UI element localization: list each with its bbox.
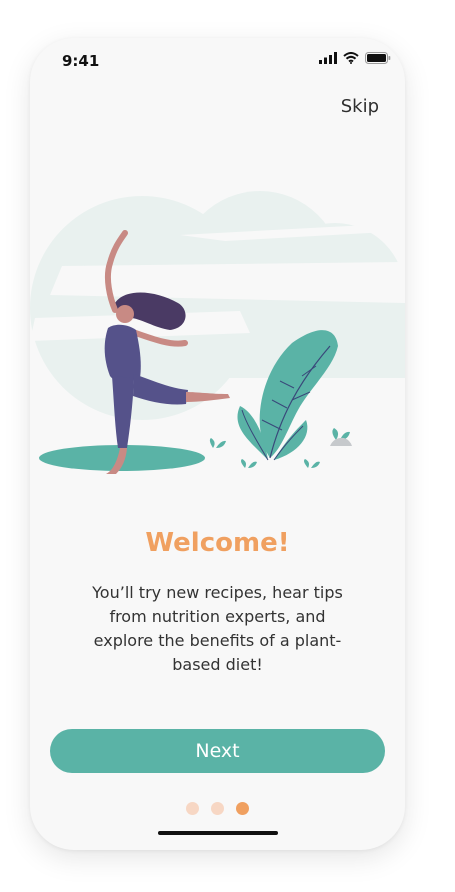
- page-dot-3-active[interactable]: [236, 802, 249, 815]
- page-dot-2[interactable]: [211, 802, 224, 815]
- status-time: 9:41: [62, 52, 100, 70]
- cellular-signal-icon: [319, 52, 337, 64]
- onboarding-title: Welcome!: [145, 528, 290, 558]
- page-indicator: [30, 802, 405, 815]
- wifi-icon: [343, 52, 359, 64]
- dancing-woman-illustration: [30, 191, 405, 474]
- skip-button[interactable]: Skip: [341, 96, 379, 117]
- next-button[interactable]: Next: [50, 729, 385, 773]
- home-indicator: [158, 831, 278, 835]
- onboarding-description: You’ll try new recipes, hear tips from n…: [92, 583, 343, 674]
- status-icons: [319, 52, 391, 64]
- page-dot-1[interactable]: [186, 802, 199, 815]
- background-clouds: [30, 191, 405, 420]
- phone-frame: 9:41 Skip Welcome! You’ll try new recipe…: [30, 38, 405, 850]
- battery-icon: [365, 52, 391, 64]
